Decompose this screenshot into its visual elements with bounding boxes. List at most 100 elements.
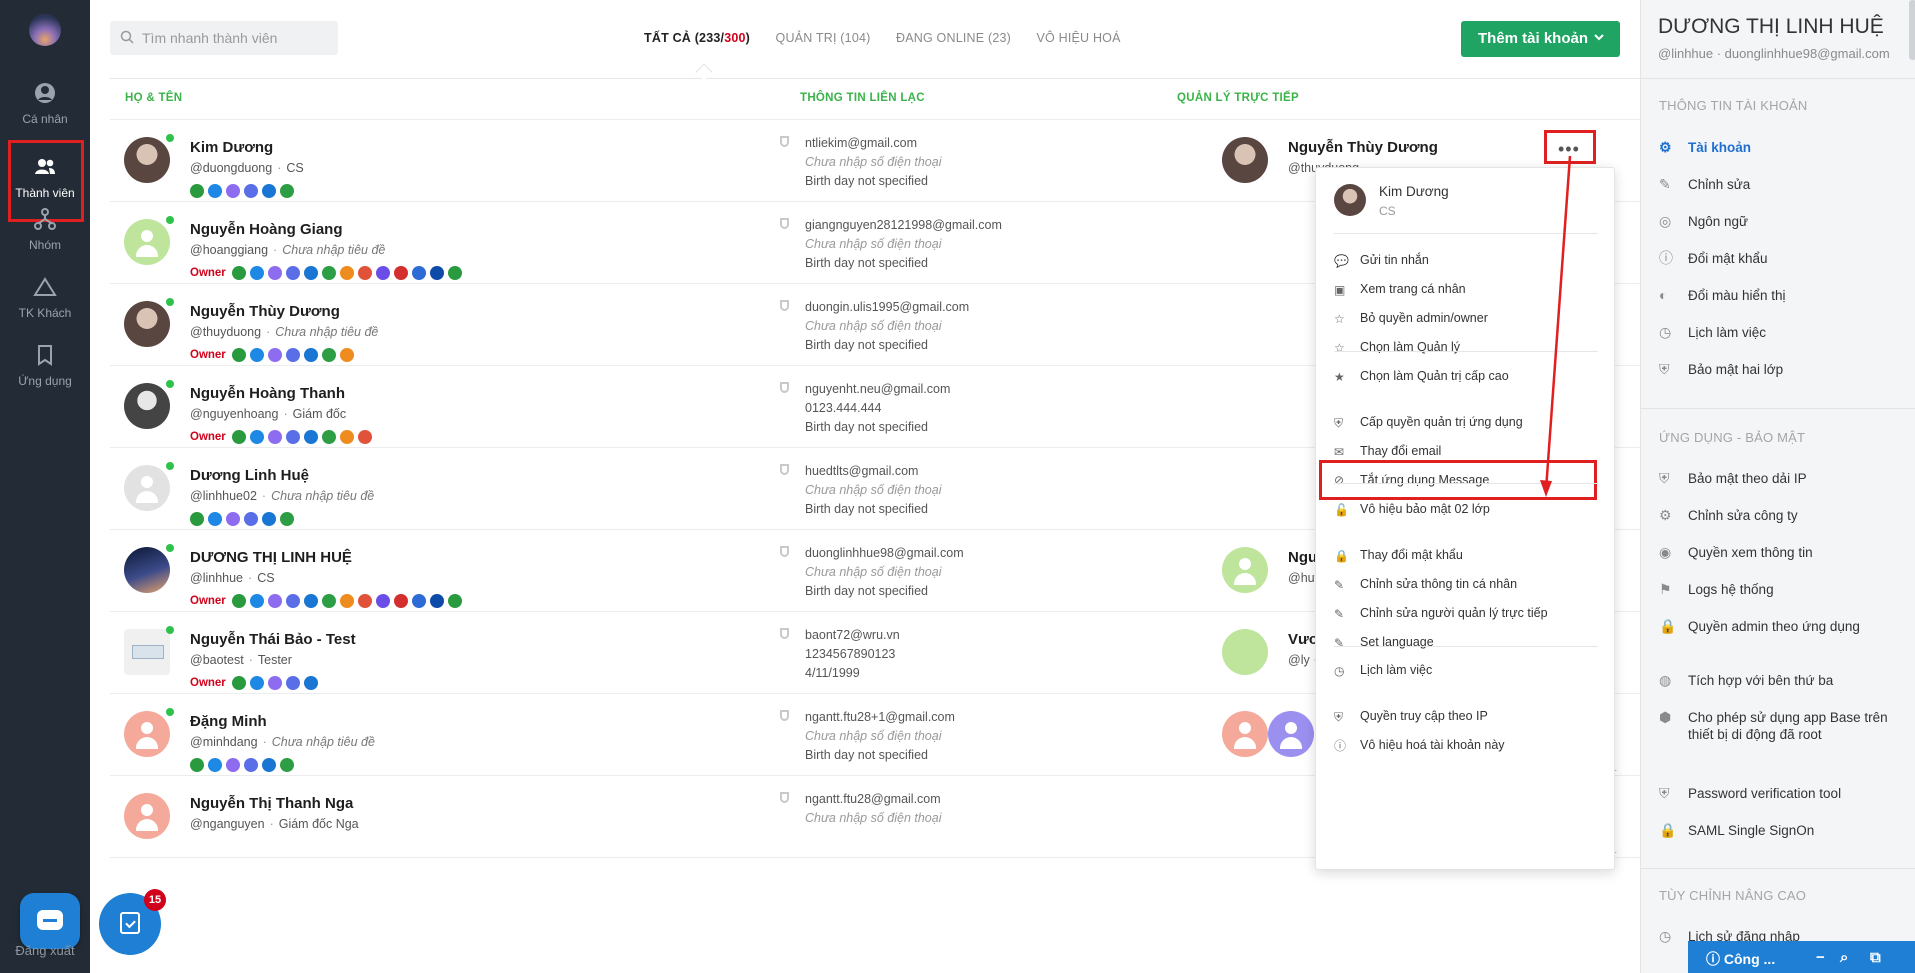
- app-icon[interactable]: [375, 265, 390, 280]
- panel-menu-item[interactable]: ⛨ Bảo mật theo dải IP: [1659, 470, 1904, 487]
- panel-menu-item[interactable]: ✎ Chỉnh sửa: [1659, 176, 1904, 193]
- app-icon[interactable]: [285, 429, 300, 444]
- app-icon[interactable]: [249, 265, 264, 280]
- avatar[interactable]: [124, 547, 170, 593]
- app-icon[interactable]: [357, 265, 372, 280]
- tab-all[interactable]: TẤT CẢ (233/300): [644, 31, 750, 45]
- app-icon[interactable]: [321, 429, 336, 444]
- app-icon[interactable]: [357, 593, 372, 608]
- panel-menu-item[interactable]: ⛨ Bảo mật hai lớp: [1659, 361, 1904, 378]
- avatar[interactable]: [124, 465, 170, 511]
- search-box[interactable]: [110, 21, 338, 55]
- app-icon[interactable]: [267, 429, 282, 444]
- app-icon[interactable]: [339, 347, 354, 362]
- member-name[interactable]: Dương Linh Huệ: [190, 467, 309, 484]
- chat-button[interactable]: [20, 893, 80, 949]
- app-logo[interactable]: [29, 14, 61, 46]
- menu-item[interactable]: 💬 Gửi tin nhắn: [1334, 246, 1598, 276]
- manager-avatar[interactable]: [1222, 711, 1268, 757]
- app-icon[interactable]: [231, 593, 246, 608]
- app-icon[interactable]: [249, 347, 264, 362]
- app-icon[interactable]: [231, 347, 246, 362]
- avatar[interactable]: [124, 301, 170, 347]
- member-name[interactable]: Nguyễn Hoàng Giang: [190, 221, 343, 238]
- app-icon[interactable]: [249, 675, 264, 690]
- app-icon[interactable]: [429, 593, 444, 608]
- app-icon[interactable]: [303, 265, 318, 280]
- nav-item-apps[interactable]: Ứng dụng: [0, 332, 90, 412]
- panel-menu-item[interactable]: 🔒 Quyền admin theo ứng dụng: [1659, 618, 1904, 635]
- panel-menu-item[interactable]: ⬢ Cho phép sử dụng app Base trên thiết bị…: [1659, 709, 1904, 743]
- member-name[interactable]: Kim Dương: [190, 139, 273, 156]
- menu-item[interactable]: ✎ Chỉnh sửa thông tin cá nhân: [1334, 570, 1598, 600]
- menu-item[interactable]: ⛨ Cấp quyền quản trị ứng dụng: [1334, 408, 1598, 438]
- menu-item[interactable]: ⊘ Tắt ứng dụng Message: [1319, 460, 1597, 500]
- avatar[interactable]: [124, 711, 170, 757]
- manager-avatar[interactable]: [1222, 547, 1268, 593]
- avatar[interactable]: [124, 137, 170, 183]
- manager-avatar[interactable]: [1268, 711, 1314, 757]
- menu-item[interactable]: ✎ Set language: [1334, 628, 1598, 658]
- minimize-icon[interactable]: −: [1816, 949, 1825, 966]
- member-name[interactable]: Nguyễn Hoàng Thanh: [190, 385, 345, 402]
- menu-item[interactable]: ✎ Chỉnh sửa người quản lý trực tiếp: [1334, 599, 1598, 629]
- app-icon[interactable]: [285, 593, 300, 608]
- app-icon[interactable]: [267, 265, 282, 280]
- app-icon[interactable]: [339, 593, 354, 608]
- tab-admin[interactable]: QUẢN TRỊ (104): [776, 31, 871, 45]
- more-options-button[interactable]: •••: [1544, 130, 1596, 164]
- popout-icon[interactable]: ⧉: [1870, 949, 1881, 966]
- member-name[interactable]: Nguyễn Thùy Dương: [190, 303, 340, 320]
- app-icon[interactable]: [208, 757, 222, 772]
- panel-menu-item[interactable]: ⛨ Password verification tool: [1659, 785, 1904, 802]
- app-icon[interactable]: [190, 757, 204, 772]
- app-icon[interactable]: [262, 183, 276, 198]
- app-icon[interactable]: [267, 675, 282, 690]
- member-name[interactable]: DƯƠNG THỊ LINH HUỆ: [190, 549, 352, 566]
- panel-menu-item[interactable]: ⚙ Tài khoản: [1659, 139, 1904, 156]
- manager-name[interactable]: Nguyễn Thùy Dương: [1288, 139, 1438, 156]
- app-icon[interactable]: [339, 429, 354, 444]
- panel-menu-item[interactable]: ⓘ Đổi mật khẩu: [1659, 250, 1904, 267]
- app-icon[interactable]: [285, 347, 300, 362]
- panel-menu-item[interactable]: ◎ Ngôn ngữ: [1659, 213, 1904, 230]
- manager-avatar[interactable]: [1222, 137, 1268, 183]
- app-icon[interactable]: [285, 265, 300, 280]
- app-icon[interactable]: [285, 675, 300, 690]
- app-icon[interactable]: [249, 593, 264, 608]
- panel-menu-item[interactable]: 🔒 SAML Single SignOn: [1659, 822, 1904, 839]
- app-icon[interactable]: [244, 757, 258, 772]
- menu-item[interactable]: ☆ Bỏ quyền admin/owner: [1334, 304, 1598, 334]
- menu-item[interactable]: ☆ Chọn làm Quản lý: [1334, 333, 1598, 363]
- app-icon[interactable]: [339, 265, 354, 280]
- app-icon[interactable]: [303, 675, 318, 690]
- tab-online[interactable]: ĐANG ONLINE (23): [896, 31, 1011, 45]
- search-input[interactable]: [142, 21, 332, 55]
- app-icon[interactable]: [447, 593, 462, 608]
- app-icon[interactable]: [303, 347, 318, 362]
- tasks-button[interactable]: 15: [99, 889, 166, 955]
- app-icon[interactable]: [303, 429, 318, 444]
- app-icon[interactable]: [267, 593, 282, 608]
- manager-avatar[interactable]: [1222, 629, 1268, 675]
- nav-item-personal[interactable]: Cá nhân: [0, 70, 90, 150]
- panel-menu-item[interactable]: ⚙ Chỉnh sửa công ty: [1659, 507, 1904, 524]
- panel-menu-item[interactable]: ◷ Lịch làm việc: [1659, 324, 1904, 341]
- tab-disabled[interactable]: VÔ HIỆU HOÁ: [1036, 31, 1120, 45]
- app-icon[interactable]: [231, 675, 246, 690]
- app-icon[interactable]: [226, 511, 240, 526]
- app-icon[interactable]: [447, 265, 462, 280]
- avatar[interactable]: [124, 793, 170, 839]
- menu-item[interactable]: ▣ Xem trang cá nhân: [1334, 275, 1598, 305]
- app-icon[interactable]: [411, 265, 426, 280]
- app-icon[interactable]: [280, 511, 294, 526]
- app-icon[interactable]: [375, 593, 390, 608]
- panel-menu-item[interactable]: ◐ Đổi màu hiển thị: [1659, 287, 1904, 304]
- menu-item[interactable]: ★ Chọn làm Quản trị cấp cao: [1334, 362, 1598, 392]
- panel-menu-item[interactable]: ◍ Tích hợp với bên thứ ba: [1659, 672, 1904, 689]
- app-icon[interactable]: [280, 757, 294, 772]
- app-icon[interactable]: [303, 593, 318, 608]
- logout-link[interactable]: Đăng xuất: [0, 943, 90, 958]
- menu-item[interactable]: ⓘ Vô hiệu hoá tài khoản này: [1334, 731, 1598, 761]
- panel-menu-item[interactable]: ⚑ Logs hệ thống: [1659, 581, 1904, 598]
